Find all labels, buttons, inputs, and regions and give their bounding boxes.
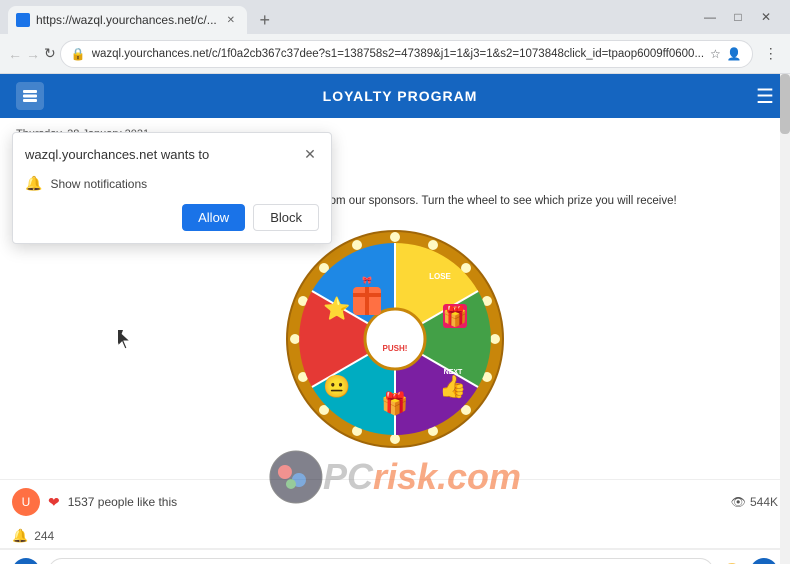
popup-close-button[interactable]: ✕ [301,145,319,163]
svg-text:🎁: 🎁 [443,304,468,328]
share-row: 🔔 244 [0,524,790,549]
popup-notif-text: Show notifications [50,177,147,191]
page-content: wazql.yourchances.net wants to ✕ 🔔 Show … [0,74,790,564]
comment-right: 🙂 [722,558,778,564]
heart-icon: ❤ [48,494,60,511]
window-controls: — □ ✕ [702,9,782,25]
account-icon[interactable]: 👤 [727,47,742,61]
site-logo-icon [16,82,44,110]
lock-icon: 🔒 [71,47,86,61]
site-header: LOYALTY PROGRAM ☰ [0,74,790,118]
maximize-button[interactable]: □ [730,9,746,25]
tab-title: https://wazql.yourchances.net/c/... [36,13,217,27]
comment-bar: 🙂 [0,549,790,564]
wheel-container[interactable]: 🎀 🎁 👍 🎁 😐 ⭐ [16,219,774,469]
site-logo-area [16,82,44,110]
more-options-button[interactable]: ⋮ [757,40,785,68]
notification-popup: wazql.yourchances.net wants to ✕ 🔔 Show … [12,132,332,244]
address-bar[interactable]: 🔒 wazql.yourchances.net/c/1f0a2cb367c37d… [60,40,753,68]
popup-header: wazql.yourchances.net wants to ✕ [13,133,331,169]
url-text: wazql.yourchances.net/c/1f0a2cb367c37dee… [92,48,704,60]
allow-button[interactable]: Allow [182,204,245,231]
svg-text:🎁: 🎁 [381,391,408,416]
svg-text:🎀: 🎀 [362,276,372,285]
svg-text:PUSH!: PUSH! [383,344,408,353]
tab-favicon [16,13,30,27]
share-icon: 🔔 [12,528,28,544]
popup-title: wazql.yourchances.net wants to [25,147,209,162]
share-count: 244 [34,529,54,543]
site-title: LOYALTY PROGRAM [323,88,478,104]
hamburger-menu-icon[interactable]: ☰ [756,84,774,109]
nav-right: ⋮ [757,40,785,68]
scrollbar-track [780,74,790,564]
spin-wheel[interactable]: 🎀 🎁 👍 🎁 😐 ⭐ [285,229,505,449]
nav-bar: ← → ↻ 🔒 wazql.yourchances.net/c/1f0a2cb3… [0,34,790,74]
star-icon[interactable]: ☆ [710,47,721,61]
user-avatar: U [12,488,40,516]
scrollbar-thumb[interactable] [780,74,790,134]
browser-tab[interactable]: https://wazql.yourchances.net/c/... ✕ [8,6,247,34]
social-bar: U ❤ 1537 people like this 👁 544K [0,479,790,524]
svg-text:⭐: ⭐ [323,296,350,321]
close-button[interactable]: ✕ [758,9,774,25]
svg-text:NEXT: NEXT [444,369,463,376]
svg-text:👍: 👍 [439,374,466,399]
send-button[interactable] [750,558,778,564]
comment-avatar [12,558,40,564]
browser-frame: https://wazql.yourchances.net/c/... ✕ + … [0,0,790,564]
comment-input[interactable] [48,558,714,564]
minimize-button[interactable]: — [702,9,718,25]
forward-button[interactable]: → [26,40,40,68]
reload-button[interactable]: ↻ [44,40,56,68]
like-count: 1537 people like this [68,495,177,509]
block-button[interactable]: Block [253,204,319,231]
popup-buttons: Allow Block [25,204,319,231]
back-button[interactable]: ← [8,40,22,68]
popup-body: 🔔 Show notifications Allow Block [13,169,331,243]
new-tab-button[interactable]: + [251,6,279,34]
popup-notification-row: 🔔 Show notifications [25,175,319,192]
view-count: 👁 544K [731,495,778,509]
title-bar: https://wazql.yourchances.net/c/... ✕ + … [0,0,790,34]
tab-area: https://wazql.yourchances.net/c/... ✕ + [8,0,279,34]
eye-icon: 👁 [731,495,746,509]
tab-close-button[interactable]: ✕ [223,12,239,28]
svg-text:LOSE: LOSE [429,272,451,281]
view-count-text: 544K [750,495,778,509]
svg-text:😐: 😐 [323,374,350,399]
bell-icon: 🔔 [25,175,42,192]
